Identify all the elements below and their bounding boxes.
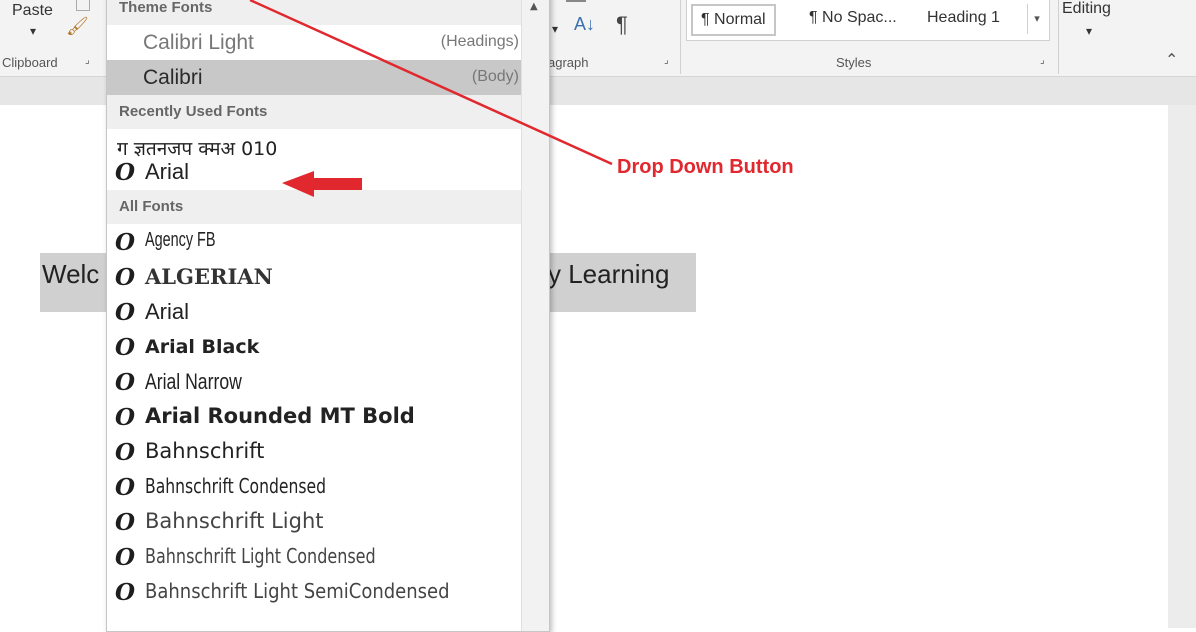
annotation-label: Drop Down Button: [617, 156, 794, 178]
red-arrow-icon: [282, 171, 362, 197]
annotation-overlay: [249, 0, 613, 197]
annotation-pointer-line: [249, 0, 613, 166]
